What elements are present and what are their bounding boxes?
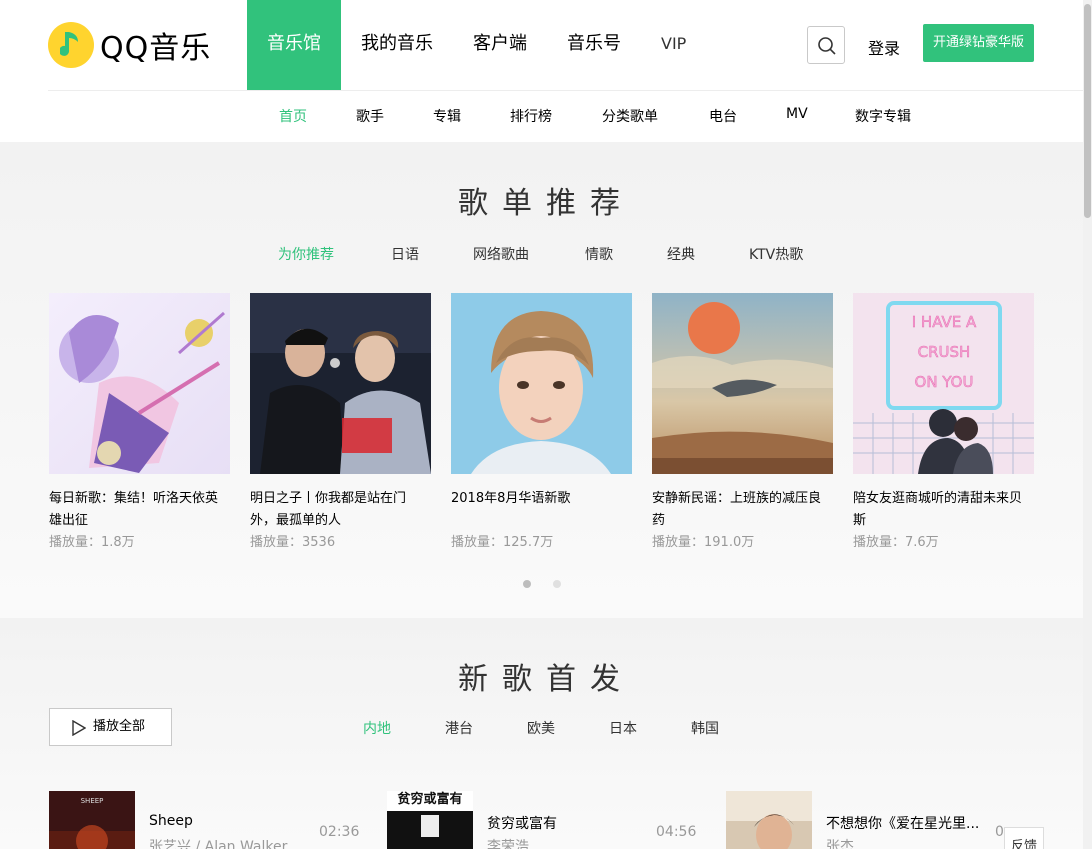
subnav-radio[interactable]: 电台 bbox=[709, 106, 737, 126]
tab-japan[interactable]: 日本 bbox=[609, 718, 637, 738]
tab-ktv[interactable]: KTV热歌 bbox=[749, 244, 803, 264]
open-green-diamond-button[interactable]: 开通绿钻豪华版 bbox=[923, 24, 1034, 62]
nav-my-music[interactable]: 我的音乐 bbox=[341, 0, 453, 90]
playlist-recommend-section: 歌单推荐 为你推荐 日语 网络歌曲 情歌 经典 KTV热歌 每日新歌：集结！听洛… bbox=[0, 142, 1092, 618]
subnav-mv[interactable]: MV bbox=[786, 106, 808, 122]
playlist-title[interactable]: 明日之子丨你我都是站在门外，最孤单的人 bbox=[250, 488, 431, 532]
main-nav: 音乐馆 我的音乐 客户端 音乐号 VIP bbox=[247, 0, 706, 90]
playlist-title[interactable]: 2018年8月华语新歌 bbox=[451, 488, 632, 532]
song-artist[interactable]: 张艺兴 / Alan Walker bbox=[149, 836, 287, 849]
nav-music-account[interactable]: 音乐号 bbox=[547, 0, 641, 90]
tab-korea[interactable]: 韩国 bbox=[691, 718, 719, 738]
song-artist[interactable]: 李荣浩 bbox=[487, 836, 529, 849]
play-all-label: 播放全部 bbox=[93, 719, 146, 734]
cover-label: SHEEP bbox=[81, 797, 104, 805]
playlist-play-count: 播放量：125.7万 bbox=[451, 535, 554, 550]
carousel-dot-1[interactable] bbox=[523, 580, 531, 588]
tab-internet-songs[interactable]: 网络歌曲 bbox=[473, 244, 529, 264]
playlist-cover[interactable]: I HAVE A CRUSH ON YOU bbox=[853, 293, 1034, 474]
song-name[interactable]: 不想想你《爱在星光里... bbox=[826, 813, 979, 833]
search-button[interactable] bbox=[807, 26, 845, 64]
tab-classics[interactable]: 经典 bbox=[667, 244, 695, 264]
neon-sign-line-1: I HAVE A bbox=[912, 313, 977, 331]
playlist-cover[interactable] bbox=[250, 293, 431, 474]
subnav-albums[interactable]: 专辑 bbox=[433, 106, 461, 126]
tab-western[interactable]: 欧美 bbox=[527, 718, 555, 738]
neon-sign-line-3: ON YOU bbox=[915, 373, 974, 391]
song-duration: 04:56 bbox=[656, 824, 697, 840]
playlist-tabs: 为你推荐 日语 网络歌曲 情歌 经典 KTV热歌 bbox=[0, 244, 1092, 264]
tab-hk-tw[interactable]: 港台 bbox=[445, 718, 473, 738]
song-item[interactable]: 不想想你《爱在星光里... 张杰 0 bbox=[726, 791, 1006, 849]
playlist-cover[interactable] bbox=[652, 293, 833, 474]
subnav-home[interactable]: 首页 bbox=[279, 106, 307, 126]
tab-recommended[interactable]: 为你推荐 bbox=[278, 244, 334, 264]
song-cover[interactable]: SHEEP bbox=[49, 791, 135, 849]
playlist-cover[interactable] bbox=[451, 293, 632, 474]
feedback-button[interactable]: 反馈 bbox=[1004, 827, 1044, 849]
subnav-categories[interactable]: 分类歌单 bbox=[602, 106, 658, 126]
song-duration: 0 bbox=[995, 824, 1004, 840]
logo-text: QQ音乐 bbox=[100, 31, 212, 66]
tab-love-songs[interactable]: 情歌 bbox=[585, 244, 613, 264]
scrollbar-thumb[interactable] bbox=[1084, 4, 1091, 218]
subnav-digital-albums[interactable]: 数字专辑 bbox=[855, 106, 911, 126]
new-songs-section: 新歌首发 播放全部 内地 港台 欧美 日本 韩国 SHEEP Sheep 张艺兴… bbox=[0, 618, 1092, 849]
play-icon bbox=[72, 720, 86, 736]
section-title-playlists: 歌单推荐 bbox=[458, 186, 634, 221]
playlist-title[interactable]: 陪女友逛商城听的清甜未来贝斯 bbox=[853, 488, 1034, 532]
section-title-new-songs: 新歌首发 bbox=[458, 662, 634, 697]
login-link[interactable]: 登录 bbox=[868, 35, 900, 59]
playlist-card[interactable]: 2018年8月华语新歌 播放量：125.7万 bbox=[451, 293, 632, 554]
play-all-button[interactable]: 播放全部 bbox=[49, 708, 172, 746]
song-duration: 02:36 bbox=[319, 824, 360, 840]
playlist-card[interactable]: 安静新民谣：上班族的减压良药 播放量：191.0万 bbox=[652, 293, 833, 554]
playlist-title[interactable]: 安静新民谣：上班族的减压良药 bbox=[652, 488, 833, 532]
song-cover[interactable]: 贫穷或富有 bbox=[387, 791, 473, 849]
playlist-card[interactable]: 明日之子丨你我都是站在门外，最孤单的人 播放量：3536 bbox=[250, 293, 431, 554]
page-scrollbar[interactable] bbox=[1083, 0, 1092, 849]
nav-client[interactable]: 客户端 bbox=[453, 0, 547, 90]
playlist-title[interactable]: 每日新歌：集结！听洛天依英雄出征 bbox=[49, 488, 230, 532]
playlist-play-count: 播放量：7.6万 bbox=[853, 535, 939, 550]
song-name[interactable]: Sheep bbox=[149, 813, 193, 829]
song-item[interactable]: 贫穷或富有 贫穷或富有 李荣浩 04:56 bbox=[387, 791, 697, 849]
song-name[interactable]: 贫穷或富有 bbox=[487, 813, 557, 833]
playlist-play-count: 播放量：3536 bbox=[250, 535, 336, 550]
sub-nav: 首页 歌手 专辑 排行榜 分类歌单 电台 MV 数字专辑 bbox=[0, 91, 1092, 142]
playlist-card[interactable]: 每日新歌：集结！听洛天依英雄出征 播放量：1.8万 bbox=[49, 293, 230, 554]
tab-mainland[interactable]: 内地 bbox=[363, 718, 391, 738]
qq-music-logo[interactable]: QQ音乐 bbox=[48, 21, 211, 69]
song-item[interactable]: SHEEP Sheep 张艺兴 / Alan Walker 02:36 bbox=[49, 791, 359, 849]
subnav-singers[interactable]: 歌手 bbox=[356, 106, 384, 126]
nav-music-hall[interactable]: 音乐馆 bbox=[247, 0, 341, 90]
playlist-cover[interactable] bbox=[49, 293, 230, 474]
playlist-play-count: 播放量：191.0万 bbox=[652, 535, 755, 550]
playlist-card[interactable]: I HAVE A CRUSH ON YOU 陪女友逛商城听的清甜未来贝斯 播放量… bbox=[853, 293, 1034, 554]
song-artist[interactable]: 张杰 bbox=[826, 836, 854, 849]
music-note-icon bbox=[48, 22, 94, 68]
nav-vip[interactable]: VIP bbox=[641, 0, 706, 90]
neon-sign-line-2: CRUSH bbox=[918, 343, 971, 361]
playlist-play-count: 播放量：1.8万 bbox=[49, 535, 135, 550]
search-icon bbox=[818, 37, 836, 55]
subnav-charts[interactable]: 排行榜 bbox=[510, 106, 552, 126]
song-cover[interactable] bbox=[726, 791, 812, 849]
header: QQ音乐 音乐馆 我的音乐 客户端 音乐号 VIP 登录 开通绿钻豪华版 bbox=[0, 0, 1092, 90]
carousel-dot-2[interactable] bbox=[553, 580, 561, 588]
cover-label: 贫穷或富有 bbox=[397, 791, 462, 807]
tab-japanese[interactable]: 日语 bbox=[391, 244, 419, 264]
